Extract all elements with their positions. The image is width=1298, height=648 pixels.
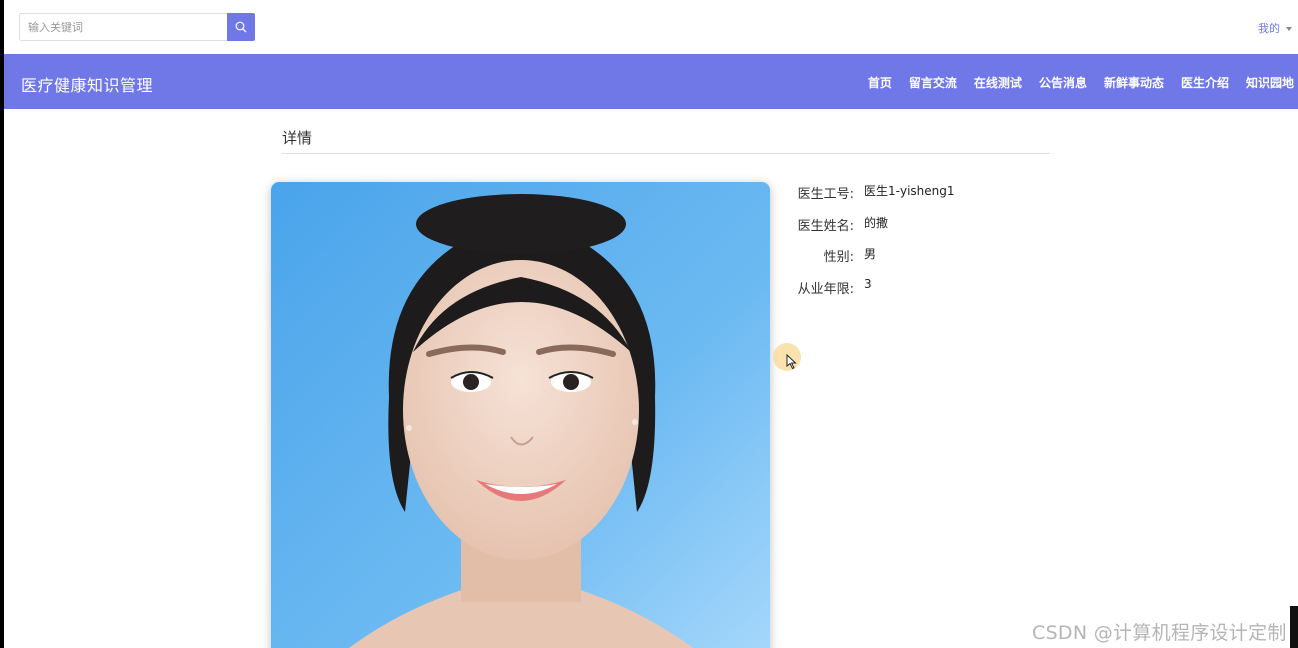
top-bar: 我的 <box>4 0 1298 54</box>
gender-value: 男 <box>864 247 877 261</box>
nav-item-news[interactable]: 新鲜事动态 <box>1104 74 1164 91</box>
user-menu-label: 我的 <box>1258 22 1280 35</box>
doctor-photo <box>271 182 770 648</box>
nav-menu: 首页 留言交流 在线测试 公告消息 新鲜事动态 医生介绍 知识园地 <box>851 74 1294 91</box>
doctor-name-label: 医生姓名: <box>797 218 854 234</box>
site-brand: 医疗健康知识管理 <box>21 76 154 95</box>
doctor-name-value: 的撒 <box>864 215 889 230</box>
search-icon <box>235 21 247 33</box>
gender-label: 性别: <box>823 250 854 265</box>
nav-item-messages[interactable]: 留言交流 <box>909 74 957 91</box>
main-navbar: 医疗健康知识管理 首页 留言交流 在线测试 公告消息 新鲜事动态 医生介绍 知识… <box>4 54 1298 109</box>
doctor-id-value: 医生1-yisheng1 <box>864 184 955 198</box>
search-button[interactable] <box>227 13 255 41</box>
search-input[interactable] <box>19 13 228 41</box>
title-divider <box>282 153 1050 154</box>
years-label: 从业年限: <box>797 281 854 297</box>
nav-item-doctors[interactable]: 医生介绍 <box>1181 74 1229 91</box>
caret-down-icon <box>1286 26 1292 31</box>
watermark: CSDN @计算机程序设计定制 <box>1032 622 1287 644</box>
screen-corner-block <box>1290 606 1298 648</box>
user-menu[interactable]: 我的 <box>1258 20 1292 36</box>
mouse-pointer-icon <box>786 354 797 370</box>
doctor-id-label: 医生工号: <box>797 187 854 202</box>
nav-item-online-test[interactable]: 在线测试 <box>974 74 1022 91</box>
info-row-id: 医生工号: 医生1-yisheng1 <box>790 183 1050 215</box>
nav-item-knowledge[interactable]: 知识园地 <box>1246 74 1294 91</box>
doctor-info: 医生工号: 医生1-yisheng1 医生姓名: 的撒 性别: 男 从业年限: … <box>790 183 1050 309</box>
nav-item-home[interactable]: 首页 <box>868 74 892 91</box>
nav-item-announcements[interactable]: 公告消息 <box>1039 74 1087 91</box>
years-value: 3 <box>864 276 872 291</box>
page-title: 详情 <box>282 129 313 147</box>
info-row-name: 医生姓名: 的撒 <box>790 215 1050 247</box>
info-row-years: 从业年限: 3 <box>790 276 1050 310</box>
info-row-gender: 性别: 男 <box>790 246 1050 278</box>
